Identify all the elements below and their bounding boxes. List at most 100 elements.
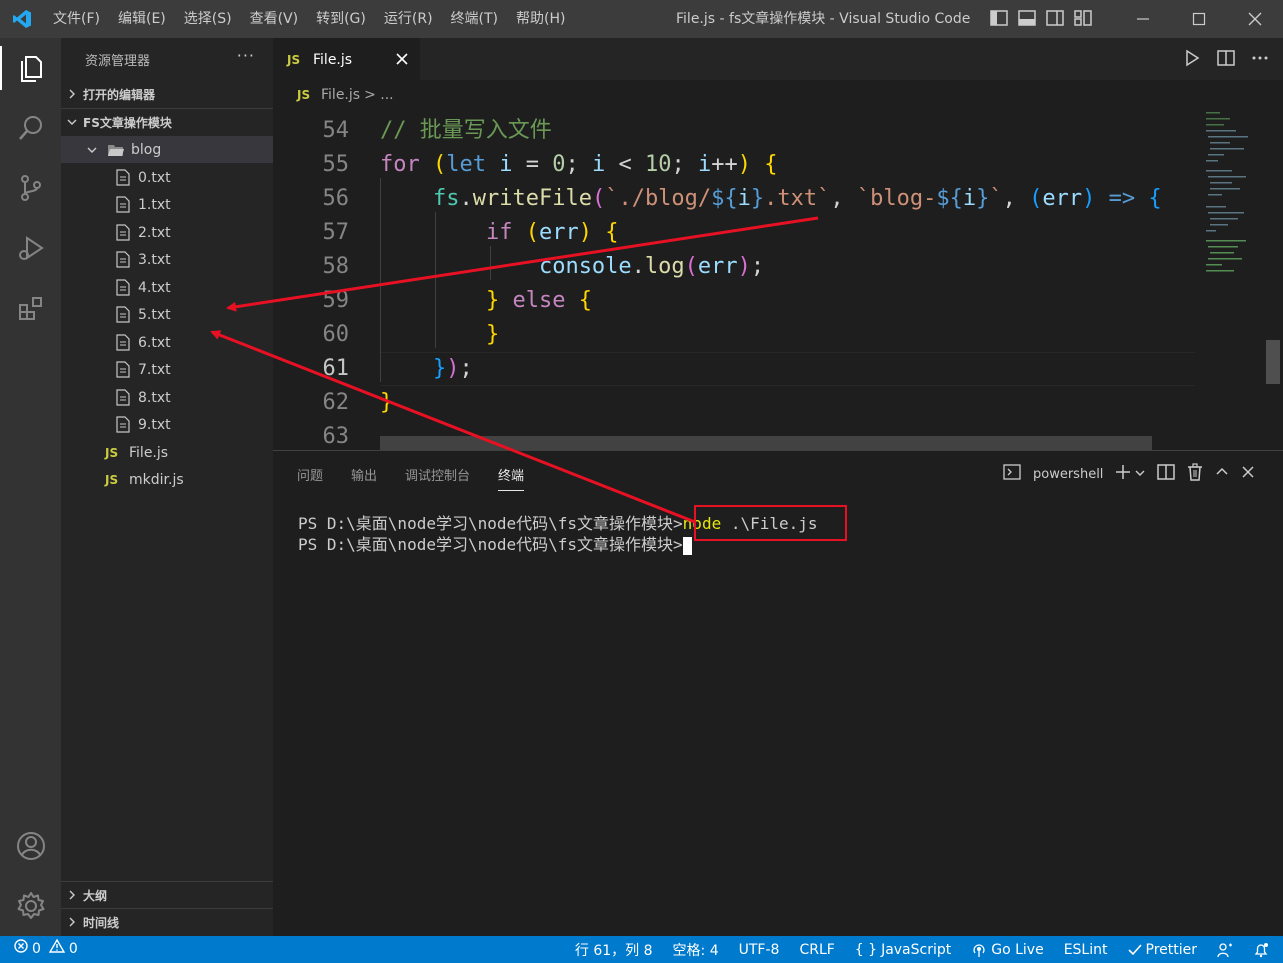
split-editor-icon[interactable] [1217,49,1235,71]
minimize-icon[interactable] [1115,0,1171,38]
tab-output[interactable]: 输出 [351,465,377,491]
menu-bar: 文件(F) 编辑(E) 选择(S) 查看(V) 转到(G) 运行(R) 终端(T… [44,0,574,38]
file-label: 9.txt [138,416,171,433]
terminal-panel: 问题 输出 调试控制台 终端 powershell PS D:\桌面\node学… [273,450,1283,936]
file-label: 0.txt [138,169,171,186]
terminal-command-args: .\File.js [721,514,818,533]
account-icon[interactable] [0,818,61,874]
tab-terminal[interactable]: 终端 [498,465,525,491]
project-label: FS文章操作模块 [83,115,172,130]
file-item[interactable]: 1.txt [61,191,273,218]
chevron-up-icon[interactable] [1215,465,1229,483]
file-item[interactable]: 5.txt [61,301,273,328]
file-label: 7.txt [138,361,171,378]
chevron-right-icon [61,89,83,99]
menu-terminal[interactable]: 终端(T) [442,0,507,38]
window-title: File.js - fs文章操作模块 - Visual Studio Code [676,11,971,27]
close-panel-icon[interactable] [1241,465,1255,483]
extensions-icon[interactable] [0,280,61,336]
toggle-panel-icon[interactable] [1018,9,1036,27]
explorer-icon[interactable] [0,40,61,96]
file-item[interactable]: 7.txt [61,356,273,383]
chevron-down-icon[interactable] [1135,467,1145,482]
more-actions-icon[interactable] [1251,49,1269,71]
broadcast-icon [971,942,987,958]
terminal-line: PS D:\桌面\node学习\node代码\fs文章操作模块>node .\F… [298,514,818,534]
tab-file-js[interactable]: JS File.js [273,38,420,80]
toggle-secondary-sidebar-icon[interactable] [1046,9,1064,27]
file-label: 8.txt [138,389,171,406]
maximize-icon[interactable] [1171,0,1227,38]
file-item[interactable]: 3.txt [61,246,273,273]
file-item[interactable]: 2.txt [61,219,273,246]
text-file-icon [114,169,132,187]
menu-view[interactable]: 查看(V) [241,0,308,38]
code-editor[interactable]: 54// 批量写入文件 55 for (let i = 0; i < 10; i+… [273,110,1283,450]
search-icon[interactable] [0,100,61,156]
split-terminal-icon[interactable] [1157,463,1176,485]
run-file-icon[interactable] [1183,49,1201,71]
file-label: 2.txt [138,224,171,241]
file-item[interactable]: 6.txt [61,329,273,356]
explorer-sidebar: 资源管理器 ··· 打开的编辑器 FS文章操作模块 blog 0.txt 1.t… [61,38,273,936]
notifications-bell-icon[interactable] [1253,942,1269,958]
menu-go[interactable]: 转到(G) [307,0,375,38]
file-item-filejs[interactable]: JS File.js [61,439,273,466]
text-file-icon [114,361,132,379]
file-item[interactable]: 9.txt [61,411,273,438]
settings-gear-icon[interactable] [0,878,61,934]
breadcrumb-file[interactable]: File.js [321,87,360,103]
menu-selection[interactable]: 选择(S) [175,0,241,38]
minimap[interactable] [1200,110,1266,450]
open-editors-section[interactable]: 打开的编辑器 [61,81,273,107]
eslint-status[interactable]: ESLint [1064,942,1108,958]
error-icon [14,936,28,963]
trash-icon[interactable] [1187,463,1203,485]
customize-layout-icon[interactable] [1074,9,1092,27]
file-item-mkdirjs[interactable]: JS mkdir.js [61,466,273,493]
folder-blog[interactable]: blog [61,136,273,163]
text-file-icon [114,306,132,324]
language-mode[interactable]: { } JavaScript [855,942,951,958]
outline-section[interactable]: 大纲 [61,882,273,908]
source-control-icon[interactable] [0,160,61,216]
terminal-command: node [682,514,722,533]
encoding[interactable]: UTF-8 [739,942,780,958]
text-file-icon [114,389,132,407]
new-terminal-icon[interactable] [1115,464,1131,484]
shell-name[interactable]: powershell [1033,467,1103,482]
feedback-icon[interactable] [1217,942,1233,958]
tab-debug-console[interactable]: 调试控制台 [405,465,470,491]
outline-label: 大纲 [83,888,108,903]
terminal-line[interactable]: PS D:\桌面\node学习\node代码\fs文章操作模块> [298,535,692,555]
file-item[interactable]: 8.txt [61,384,273,411]
project-section[interactable]: FS文章操作模块 [61,109,273,135]
menu-run[interactable]: 运行(R) [375,0,442,38]
file-item[interactable]: 4.txt [61,274,273,301]
tab-problems[interactable]: 问题 [297,465,323,491]
line-number: 57 [322,220,350,245]
go-live-button[interactable]: Go Live [971,942,1044,958]
prettier-status[interactable]: Prettier [1127,942,1197,958]
timeline-section[interactable]: 时间线 [61,909,273,935]
chevron-down-icon [83,141,101,159]
vertical-scrollbar[interactable] [1266,340,1280,384]
indentation[interactable]: 空格: 4 [673,940,719,960]
menu-help[interactable]: 帮助(H) [507,0,574,38]
explorer-more-button[interactable]: ··· [237,46,255,65]
breadcrumb-rest[interactable]: > ... [364,87,394,103]
editor-actions [1183,49,1269,71]
menu-file[interactable]: 文件(F) [44,0,109,38]
close-icon[interactable] [394,51,410,71]
menu-edit[interactable]: 编辑(E) [109,0,175,38]
line-number: 58 [322,254,350,279]
code-line: 61 }); [273,352,1203,386]
horizontal-scrollbar[interactable] [380,436,1152,450]
file-item[interactable]: 0.txt [61,164,273,191]
end-of-line[interactable]: CRLF [799,942,834,958]
close-window-icon[interactable] [1227,0,1283,38]
cursor-position[interactable]: 行 61，列 8 [575,940,653,960]
toggle-sidebar-icon[interactable] [990,9,1008,27]
problems-status[interactable]: 0 0 [14,936,78,963]
run-debug-icon[interactable] [0,220,61,276]
